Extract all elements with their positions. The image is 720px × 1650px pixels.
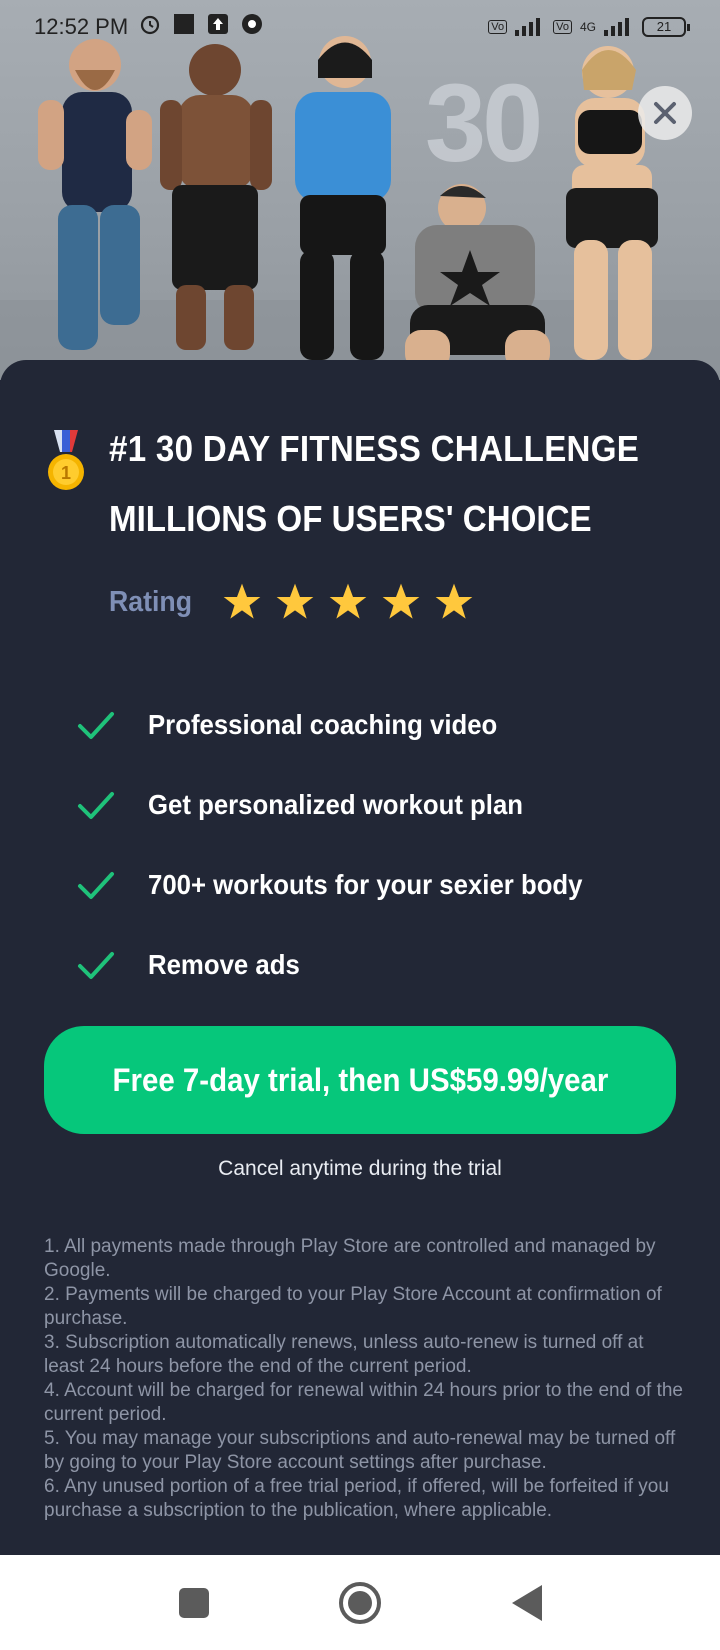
back-button[interactable] — [500, 1577, 552, 1629]
rating-row: Rating — [109, 582, 474, 622]
hero-image: 30 12:52 PM Vo Vo 4G 21 — [0, 0, 720, 380]
svg-text:1: 1 — [61, 463, 71, 483]
feature-item: 700+ workouts for your sexier body — [76, 845, 620, 925]
check-icon — [78, 792, 114, 819]
cancel-note: Cancel anytime during the trial — [218, 1157, 502, 1180]
close-button[interactable] — [638, 86, 692, 140]
alarm-icon — [138, 12, 162, 42]
terms-item: 1. All payments made through Play Store … — [44, 1236, 656, 1281]
terms-text: 1. All payments made through Play Store … — [44, 1235, 684, 1523]
star-icon — [382, 583, 420, 619]
upload-icon — [206, 12, 230, 42]
terms-item: 4. Account will be charged for renewal w… — [44, 1380, 683, 1425]
feature-label: Remove ads — [148, 949, 300, 980]
headline-title: #1 30 DAY FITNESS CHALLENGE — [109, 428, 640, 469]
star-icon — [435, 583, 473, 619]
feature-item: Professional coaching video — [76, 685, 620, 765]
feature-list: Professional coaching video Get personal… — [76, 685, 620, 1005]
check-icon — [78, 872, 114, 899]
notification-square-icon — [172, 12, 196, 42]
star-icon — [276, 583, 314, 619]
subscription-panel: 1 #1 30 DAY FITNESS CHALLENGE MILLIONS O… — [0, 360, 720, 1555]
terms-item: 3. Subscription automatically renews, un… — [44, 1332, 644, 1377]
status-bar: 12:52 PM Vo Vo 4G 21 — [0, 0, 720, 54]
home-button[interactable] — [334, 1577, 386, 1629]
triangle-back-icon — [512, 1585, 542, 1621]
feature-label: 700+ workouts for your sexier body — [148, 869, 583, 900]
terms-item: 2. Payments will be charged to your Play… — [44, 1284, 662, 1329]
chrome-icon — [240, 12, 264, 42]
status-time: 12:52 PM — [34, 14, 129, 39]
free-trial-button-label: Free 7-day trial, then US$59.99/year — [112, 1061, 608, 1098]
terms-item: 6. Any unused portion of a free trial pe… — [44, 1476, 669, 1521]
person-4 — [405, 184, 550, 370]
recents-button[interactable] — [168, 1577, 220, 1629]
signal-icon-1 — [515, 16, 545, 39]
navigation-bar — [0, 1555, 720, 1650]
terms-item: 5. You may manage your subscriptions and… — [44, 1428, 676, 1473]
circle-home-icon — [339, 1582, 381, 1624]
feature-label: Get personalized workout plan — [148, 789, 524, 820]
star-icon — [329, 583, 367, 619]
headline-subtitle: MILLIONS OF USERS' CHOICE — [109, 498, 592, 539]
status-right: Vo Vo 4G 21 — [488, 16, 690, 39]
paywall-screen: 30 12:52 PM Vo Vo 4G 21 1 #1 30 DAY FITN… — [0, 0, 720, 1650]
rating-label: Rating — [109, 585, 193, 618]
signal-icon-2 — [604, 16, 634, 39]
medal-icon: 1 — [48, 430, 84, 490]
free-trial-button[interactable]: Free 7-day trial, then US$59.99/year — [44, 1026, 676, 1134]
fitness-group-photo — [0, 36, 720, 380]
feature-label: Professional coaching video — [148, 709, 498, 740]
volte-icon-2: Vo — [553, 20, 572, 34]
square-recents-icon — [179, 1588, 209, 1618]
feature-item: Remove ads — [76, 925, 620, 1005]
feature-item: Get personalized workout plan — [76, 765, 620, 845]
check-icon — [78, 952, 114, 979]
volte-icon-1: Vo — [488, 20, 508, 34]
battery-icon: 21 — [642, 17, 690, 37]
close-icon — [654, 102, 676, 124]
star-icon — [223, 583, 261, 619]
check-icon — [78, 712, 114, 739]
network-type: 4G — [579, 20, 596, 34]
